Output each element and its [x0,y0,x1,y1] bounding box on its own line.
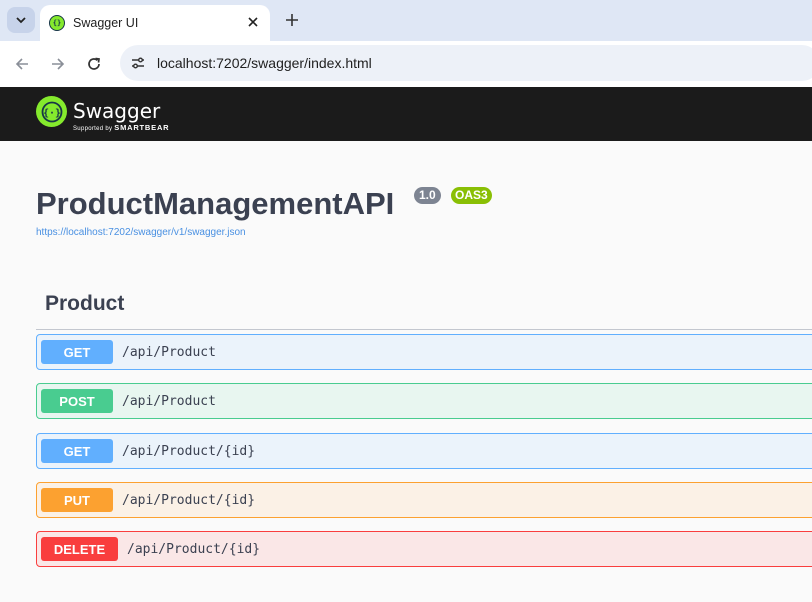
address-bar[interactable]: localhost:7202/swagger/index.html [120,45,812,81]
operation-path: /api/Product [122,394,216,409]
site-info-button[interactable] [128,53,148,73]
logo-sub-prefix: Supported by [73,126,113,132]
spec-url-link[interactable]: https://localhost:7202/swagger/v1/swagge… [36,227,246,238]
swagger-topbar: {·} Swagger Supported by SMARTBEAR [0,87,812,141]
swagger-favicon-icon: {} [49,15,65,31]
operation-get-product-by-id[interactable]: GET /api/Product/{id} [36,433,812,469]
swagger-logo-text: Swagger [73,99,161,123]
tab-search-button[interactable] [7,7,35,33]
operation-path: /api/Product [122,345,216,360]
browser-toolbar: localhost:7202/swagger/index.html [0,41,812,87]
plus-icon [286,14,298,26]
tab-close-button[interactable] [245,14,261,30]
new-tab-button[interactable] [280,9,304,31]
forward-button[interactable] [46,52,70,76]
close-icon [248,17,258,27]
svg-text:{·}: {·} [42,108,60,119]
swagger-logo-subtitle: Supported by SMARTBEAR [73,123,169,132]
operation-path: /api/Product/{id} [127,542,261,557]
operation-path: /api/Product/{id} [122,444,256,459]
api-title: ProductManagementAPI [36,186,395,221]
method-badge: POST [41,389,113,413]
version-badge: 1.0 [414,187,441,204]
operation-post-product[interactable]: POST /api/Product [36,383,812,419]
reload-icon [88,57,100,70]
tag-product-header[interactable]: Product [45,292,124,316]
tab-title: Swagger UI [73,16,139,30]
method-badge: DELETE [41,537,118,561]
oas-badge: OAS3 [451,187,492,204]
browser-tab-active[interactable]: {} Swagger UI [40,5,270,41]
chevron-down-icon [16,17,26,24]
operation-put-product[interactable]: PUT /api/Product/{id} [36,482,812,518]
url-text: localhost:7202/swagger/index.html [157,55,372,71]
operation-path: /api/Product/{id} [122,493,256,508]
operation-delete-product[interactable]: DELETE /api/Product/{id} [36,531,812,567]
method-badge: GET [41,439,113,463]
operation-get-products[interactable]: GET /api/Product [36,334,812,370]
tag-divider [36,329,812,330]
back-button[interactable] [10,52,34,76]
method-badge: GET [41,340,113,364]
browser-tab-bar: {} Swagger UI [0,0,812,41]
method-badge: PUT [41,488,113,512]
swagger-logo-icon[interactable]: {·} [36,96,67,127]
arrow-right-icon [52,58,65,70]
logo-sub-brand: SMARTBEAR [114,123,170,132]
arrow-left-icon [15,58,28,70]
tune-icon [132,57,144,69]
reload-button[interactable] [82,52,106,76]
